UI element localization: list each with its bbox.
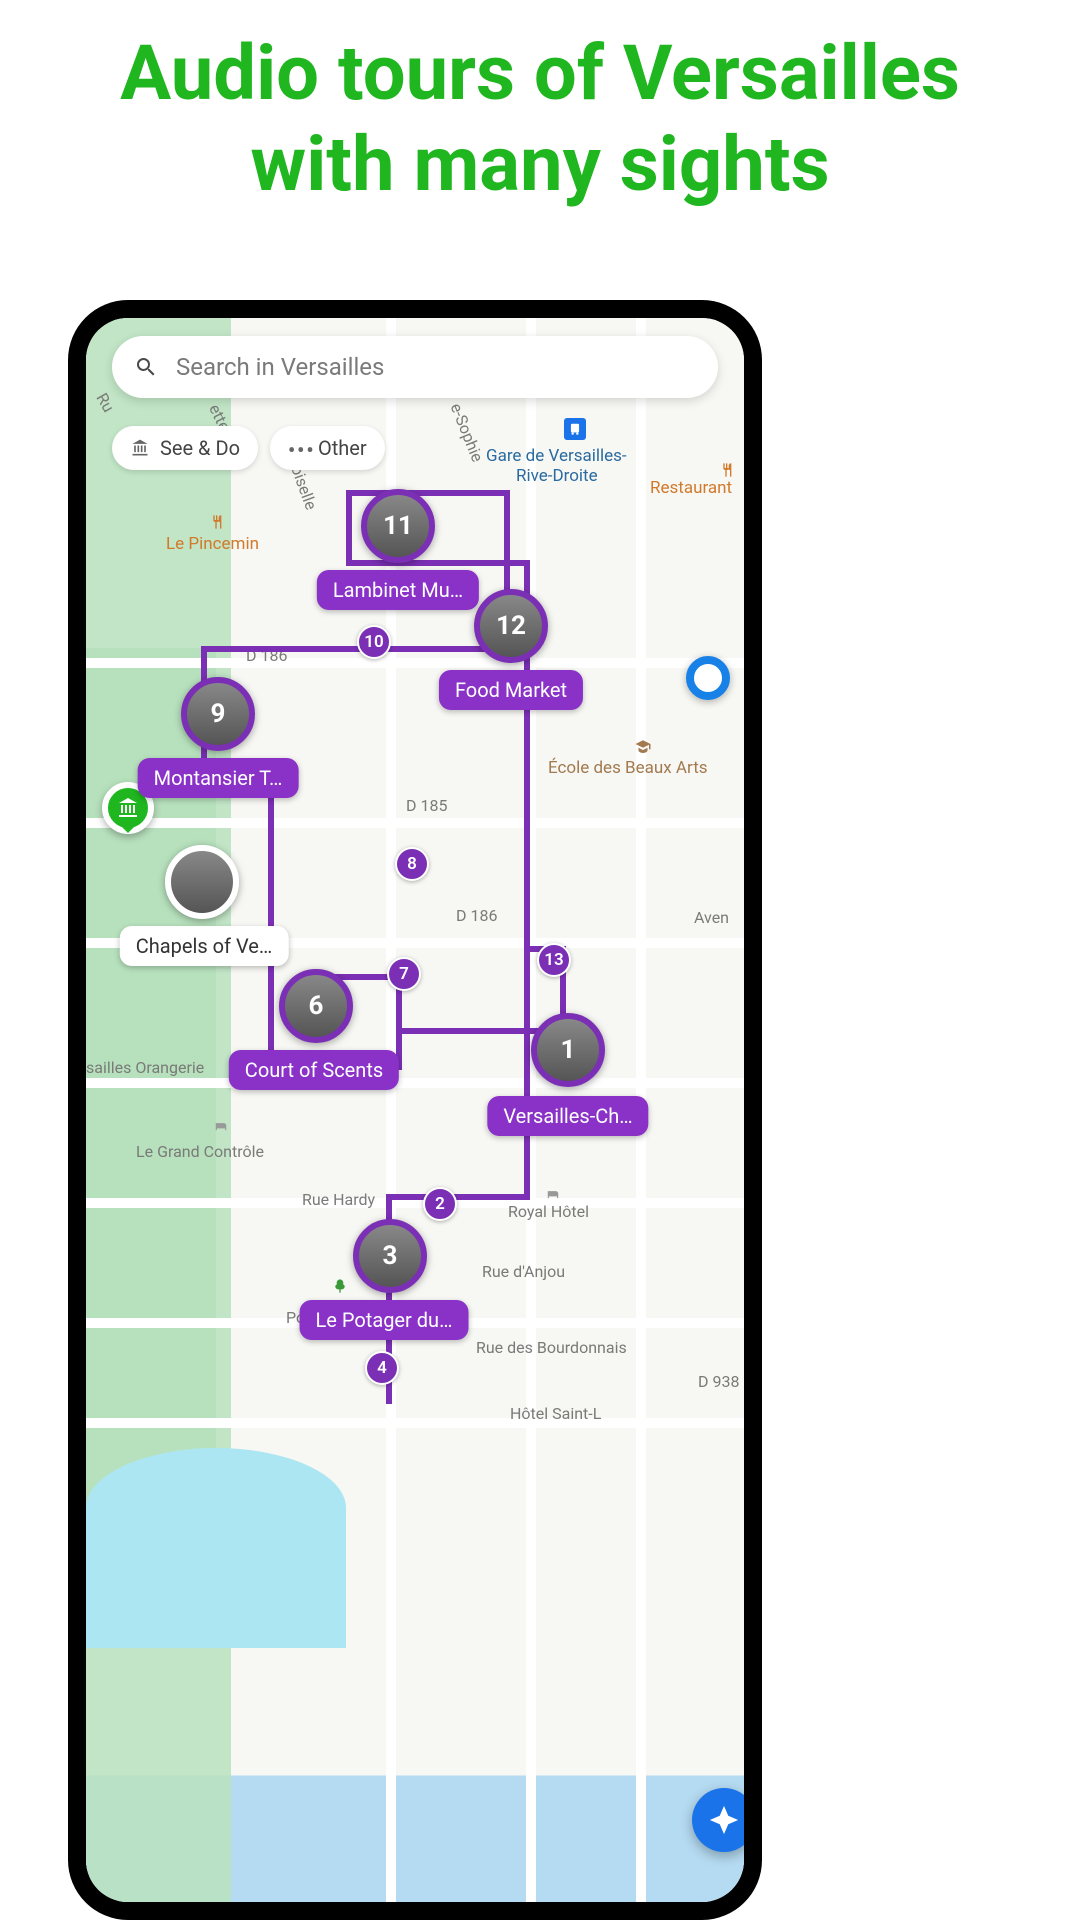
label-rue-anjou: Rue d'Anjou: [482, 1262, 565, 1281]
stop-11-num: 11: [383, 511, 413, 541]
label-d938: D 938: [698, 1372, 739, 1391]
hotel-icon-2: [546, 1186, 560, 1205]
stop-3-label[interactable]: Le Potager du…: [300, 1300, 469, 1340]
label-grand-controle: Le Grand Contrôle: [136, 1142, 264, 1161]
stop-6-label[interactable]: Court of Scents: [229, 1050, 399, 1090]
restaurant-icon: [210, 514, 226, 534]
stop-3[interactable]: 3: [353, 1219, 427, 1293]
stop-12-label[interactable]: Food Market: [439, 670, 583, 710]
stop-12[interactable]: 12: [474, 589, 548, 663]
poi-label-gare1: Gare de Versailles-: [486, 446, 627, 466]
stop-chapels-label[interactable]: Chapels of Ve…: [120, 926, 289, 966]
more-icon: •••: [288, 438, 308, 458]
label-orangerie: sailles Orangerie: [86, 1058, 204, 1077]
school-icon: [634, 738, 652, 760]
filter-label-other: Other: [318, 436, 367, 460]
my-location-icon[interactable]: [686, 656, 730, 700]
stop-11[interactable]: 11: [361, 489, 435, 563]
stop-1-label[interactable]: Versailles-Ch…: [487, 1096, 648, 1136]
poi-label-ecole: École des Beaux Arts: [548, 758, 708, 778]
filter-chip-other[interactable]: ••• Other: [270, 426, 385, 470]
stop-9-num: 9: [211, 699, 226, 729]
stop-6-num: 6: [309, 991, 324, 1021]
stop-11-label[interactable]: Lambinet Mu…: [317, 570, 479, 610]
stop-13-dot[interactable]: 13: [537, 943, 571, 977]
hotel-icon: [214, 1118, 228, 1137]
label-avenue: Aven: [694, 908, 729, 927]
poi-label-gare2: Rive-Droite: [516, 466, 598, 486]
label-rue-bourdonnais: Rue des Bourdonnais: [476, 1338, 627, 1357]
stop-2-dot[interactable]: 2: [423, 1187, 457, 1221]
museum-icon: [130, 438, 150, 458]
stop-3-num: 3: [383, 1241, 398, 1271]
search-placeholder: Search in Versailles: [176, 353, 384, 381]
stop-chapels[interactable]: [165, 845, 239, 919]
transit-icon: [564, 418, 586, 440]
stop-1-num: 1: [561, 1035, 576, 1065]
stop-9-label[interactable]: Montansier T…: [138, 758, 299, 798]
poi-label-pincemin: Le Pincemin: [166, 534, 259, 554]
stop-7-dot[interactable]: 7: [387, 957, 421, 991]
tree-icon: [332, 1278, 348, 1298]
search-icon: [134, 355, 158, 379]
stop-1[interactable]: 1: [531, 1013, 605, 1087]
stop-10-dot[interactable]: 10: [357, 625, 391, 659]
phone-frame: Gare de Versailles- Rive-Droite Restaura…: [68, 300, 762, 1920]
stop-4-dot[interactable]: 4: [365, 1351, 399, 1385]
label-hotel-saintl: Hôtel Saint-L: [510, 1404, 601, 1423]
stop-8-dot[interactable]: 8: [395, 847, 429, 881]
stop-9[interactable]: 9: [181, 677, 255, 751]
promo-headline: Audio tours of Versailles with many sigh…: [0, 0, 1080, 226]
filter-chip-see-do[interactable]: See & Do: [112, 426, 258, 470]
filter-row: See & Do ••• Other: [112, 426, 385, 470]
label-d186b: D 186: [456, 906, 497, 925]
label-d185: D 185: [406, 796, 447, 815]
stop-12-num: 12: [496, 611, 526, 641]
restaurant-icon-2: [720, 462, 736, 482]
search-bar[interactable]: Search in Versailles: [112, 336, 718, 398]
phone-screen: Gare de Versailles- Rive-Droite Restaura…: [86, 318, 744, 1902]
stop-6[interactable]: 6: [279, 969, 353, 1043]
label-rue-hardy: Rue Hardy: [302, 1190, 375, 1209]
filter-label-see-do: See & Do: [160, 436, 240, 460]
